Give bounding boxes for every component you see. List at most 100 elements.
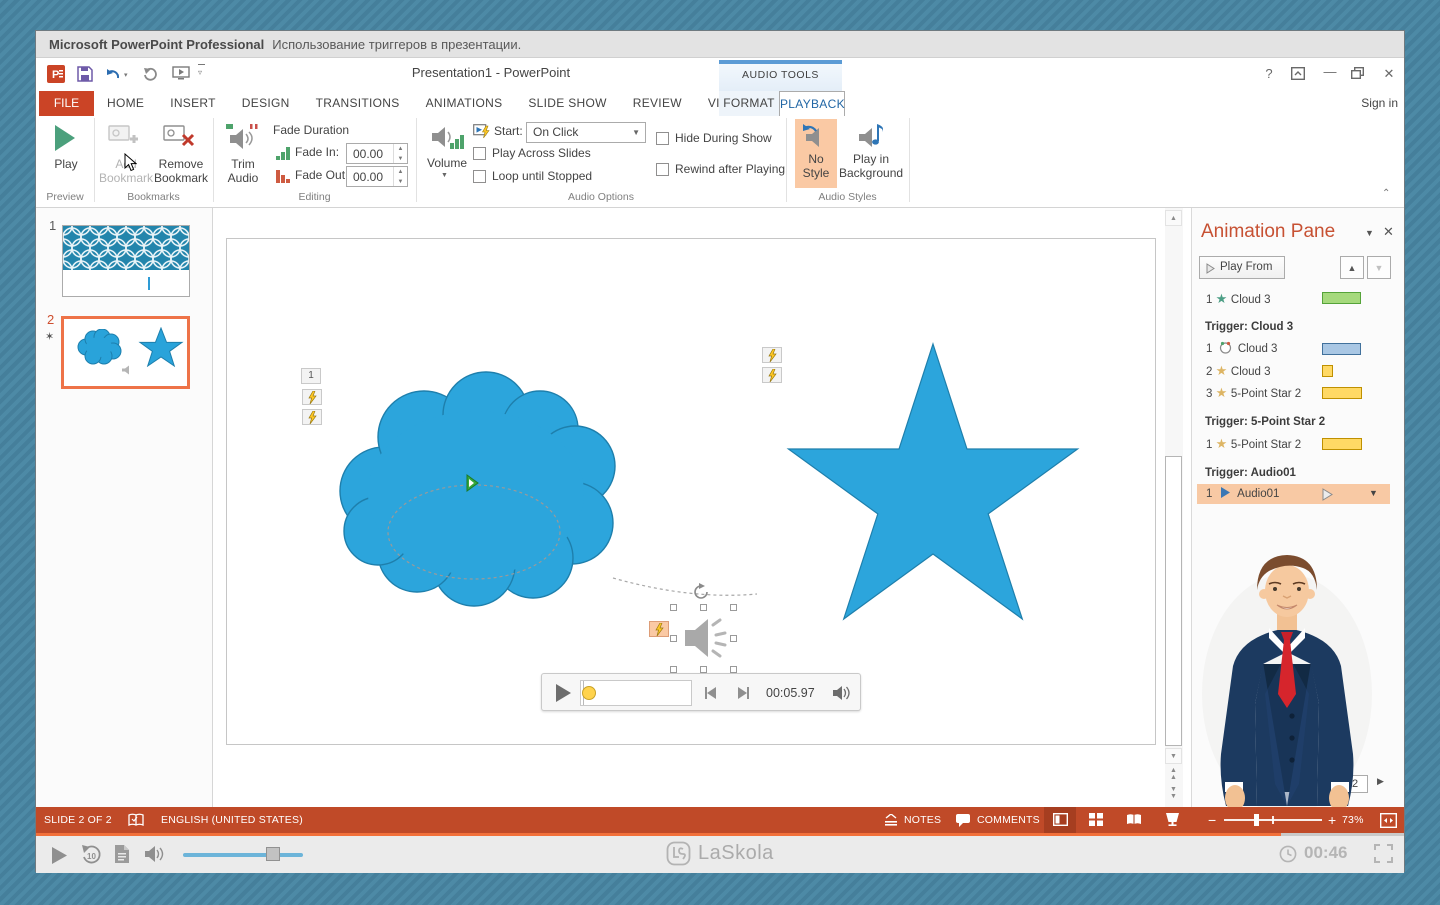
remove-bookmark-label[interactable]: Remove Bookmark — [150, 157, 212, 185]
selection-handle[interactable] — [730, 635, 737, 642]
video-progress-track[interactable] — [36, 833, 1404, 836]
selection-handle[interactable] — [670, 635, 677, 642]
audio-progress-track[interactable] — [580, 680, 692, 706]
chevron-down-icon[interactable]: ▼ — [632, 123, 640, 142]
hide-during-show-label[interactable]: Hide During Show — [675, 131, 772, 145]
selection-handle[interactable] — [700, 604, 707, 611]
cloud-trigger-tag-2[interactable] — [302, 409, 322, 425]
move-later-button[interactable]: ▼ — [1367, 256, 1391, 279]
audio-play-button[interactable] — [555, 683, 572, 703]
undo-icon[interactable] — [105, 67, 121, 81]
move-forward-frame-icon[interactable] — [736, 686, 750, 700]
trim-audio-label[interactable]: Trim Audio — [221, 157, 265, 185]
fade-in-value[interactable]: 00.00 — [353, 147, 383, 161]
language-indicator[interactable]: ENGLISH (UNITED STATES) — [161, 807, 303, 833]
audio-mute-icon[interactable] — [832, 684, 852, 702]
video-volume-thumb[interactable] — [266, 847, 280, 861]
anim-row-3[interactable]: 2 ★ Cloud 3 — [1206, 362, 1271, 380]
tab-animations[interactable]: ANIMATIONS — [413, 91, 516, 116]
zoom-level[interactable]: 73% — [1342, 807, 1364, 833]
collapse-ribbon-icon[interactable]: ⌃ — [1382, 188, 1390, 199]
lesson-notes-button[interactable] — [114, 844, 130, 864]
scroll-down-button[interactable]: ▼ — [1165, 748, 1182, 764]
motion-path-start-arrow-icon[interactable] — [465, 474, 480, 492]
zoom-slider-thumb[interactable] — [1254, 814, 1259, 826]
fade-out-spinner[interactable]: 00.00 ▲▼ — [346, 166, 408, 187]
reading-view-button[interactable] — [1118, 807, 1150, 833]
zoom-in-button[interactable]: + — [1328, 807, 1336, 833]
cloud-trigger-tag-1[interactable] — [302, 389, 322, 405]
spellcheck-book-icon[interactable] — [128, 813, 144, 827]
notes-icon[interactable] — [884, 814, 898, 826]
notes-button[interactable]: NOTES — [904, 807, 941, 833]
star-shape[interactable] — [781, 337, 1085, 629]
trim-audio-icon[interactable] — [226, 124, 260, 150]
video-volume-button[interactable] — [144, 845, 166, 863]
scroll-up-button[interactable]: ▲ — [1165, 210, 1182, 226]
anim-row-6-selected[interactable]: 1 Audio01 ▼ — [1197, 484, 1390, 504]
tab-slideshow[interactable]: SLIDE SHOW — [515, 91, 619, 116]
zoom-out-button[interactable]: − — [1208, 807, 1216, 833]
move-back-frame-icon[interactable] — [704, 686, 718, 700]
tab-design[interactable]: DESIGN — [229, 91, 303, 116]
video-volume-slider[interactable] — [183, 853, 303, 857]
close-icon[interactable]: ✕ — [1378, 64, 1400, 84]
tab-playback[interactable]: PLAYBACK — [779, 91, 845, 117]
pane-menu-arrow-icon[interactable]: ▼ — [1365, 228, 1374, 238]
timeline-next-arrow-icon[interactable]: ▶ — [1377, 776, 1384, 787]
play-across-slides-label[interactable]: Play Across Slides — [492, 146, 591, 160]
audio-speaker-icon[interactable] — [683, 615, 727, 661]
tab-file[interactable]: FILE — [39, 91, 94, 116]
normal-view-button[interactable] — [1044, 807, 1076, 833]
selection-handle[interactable] — [730, 666, 737, 673]
play-across-slides-checkbox[interactable] — [473, 147, 486, 160]
rewind-after-playing-checkbox[interactable] — [656, 163, 669, 176]
video-play-button[interactable] — [51, 846, 68, 865]
audio-scrubber-knob[interactable] — [582, 686, 596, 700]
anim-bar-yellow-small[interactable] — [1322, 365, 1333, 377]
rewind-after-playing-label[interactable]: Rewind after Playing — [675, 162, 785, 176]
anim-bar-yellow-2[interactable] — [1322, 438, 1362, 450]
move-earlier-button[interactable]: ▲ — [1340, 256, 1364, 279]
play-from-button[interactable]: Play From — [1199, 256, 1285, 279]
fade-in-spinner[interactable]: 00.00 ▲▼ — [346, 143, 408, 164]
play-in-background-button[interactable]: Play in Background — [839, 119, 903, 188]
loop-until-stopped-checkbox[interactable] — [473, 170, 486, 183]
add-bookmark-icon[interactable] — [108, 125, 138, 149]
selection-handle[interactable] — [700, 666, 707, 673]
slide1-thumbnail[interactable] — [62, 225, 190, 297]
previous-slide-button[interactable]: ▲▲ — [1165, 767, 1182, 782]
fit-slide-to-window-icon[interactable] — [1380, 813, 1397, 828]
hide-during-show-checkbox[interactable] — [656, 132, 669, 145]
play-preview-label[interactable]: Play — [42, 157, 90, 171]
minimize-icon[interactable]: — — [1319, 62, 1341, 82]
tab-review[interactable]: REVIEW — [620, 91, 695, 116]
rotation-handle-icon[interactable] — [693, 583, 711, 601]
restore-icon[interactable] — [1351, 67, 1364, 79]
pane-close-icon[interactable]: ✕ — [1383, 224, 1394, 240]
help-icon[interactable]: ? — [1258, 64, 1280, 84]
tab-transitions[interactable]: TRANSITIONS — [303, 91, 413, 116]
cloud-sequence-tag[interactable]: 1 — [301, 368, 321, 384]
no-style-button[interactable]: No Style — [795, 119, 837, 188]
play-preview-icon[interactable] — [53, 124, 77, 152]
animation-indicator-star-icon[interactable]: ✶ — [45, 330, 54, 343]
remove-bookmark-icon[interactable] — [163, 125, 195, 149]
audio-object-selected[interactable] — [673, 607, 735, 671]
comments-button[interactable]: COMMENTS — [977, 807, 1040, 833]
selection-handle[interactable] — [730, 604, 737, 611]
volume-label[interactable]: Volume — [424, 156, 470, 170]
volume-dropdown-arrow[interactable]: ▼ — [441, 172, 448, 179]
selection-handle[interactable] — [670, 604, 677, 611]
comments-icon[interactable] — [956, 814, 971, 827]
spinner-arrows[interactable]: ▲▼ — [393, 144, 407, 163]
fade-out-value[interactable]: 00.00 — [353, 170, 383, 184]
start-dropdown[interactable]: On Click ▼ — [526, 122, 646, 143]
audio-trigger-tag[interactable] — [649, 621, 669, 637]
scrollbar-thumb[interactable] — [1165, 456, 1182, 746]
save-icon[interactable] — [77, 66, 93, 82]
slide-indicator[interactable]: SLIDE 2 OF 2 — [44, 807, 112, 833]
start-from-beginning-icon[interactable] — [172, 66, 190, 82]
redo-icon[interactable] — [143, 67, 158, 81]
loop-until-stopped-label[interactable]: Loop until Stopped — [492, 169, 592, 183]
